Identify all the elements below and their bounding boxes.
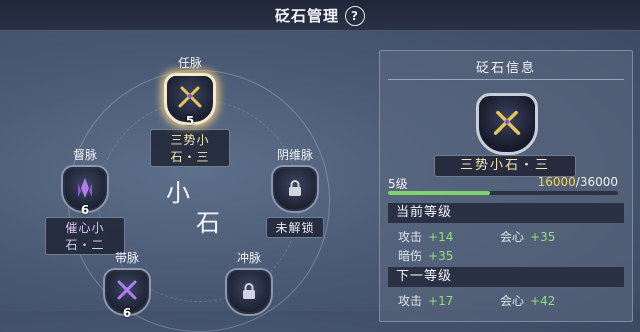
next-level-heading: 下一等级: [388, 267, 624, 287]
meridian-name: 带脉: [114, 251, 139, 265]
stat-value: +42: [530, 294, 556, 308]
current-level-heading: 当前等级: [388, 203, 624, 223]
crossed-swords-icon: [178, 86, 202, 108]
stat-current-crit: 会心 +35: [500, 228, 555, 245]
meridian-node-dumai[interactable]: 督脉 6 催心小石・二: [45, 146, 125, 255]
stat-value: +35: [428, 249, 454, 263]
exp-bar: [388, 191, 618, 195]
stat-label: 会心: [500, 230, 525, 244]
stone-slot-locked[interactable]: [225, 268, 273, 316]
stone-slot[interactable]: 6: [103, 268, 151, 320]
stone-name: 三势小石・三: [434, 155, 576, 177]
stat-label: 攻击: [398, 230, 423, 244]
stat-next-attack: 攻击 +17: [398, 292, 453, 309]
meridian-node-daimai[interactable]: 带脉 6: [87, 249, 167, 320]
exp-bar-fill: [388, 191, 491, 195]
stone-tag: 未解锁: [266, 217, 324, 238]
stone-level: 6: [122, 306, 132, 320]
meridian-name: 督脉: [72, 148, 97, 162]
stat-label: 会心: [500, 294, 525, 308]
stat-current-hidden-damage: 暗伤 +35: [398, 247, 453, 264]
stone-exp: 16000/36000: [538, 175, 618, 189]
meridian-name: 阴维脉: [276, 148, 313, 162]
page-title-text: 砭石管理: [274, 7, 339, 25]
question-icon[interactable]: ?: [345, 5, 365, 26]
center-label: 小 石: [160, 178, 220, 238]
meridian-node-chongmai[interactable]: 冲脉: [209, 249, 289, 316]
panel-divider: [388, 79, 624, 80]
stat-value: +35: [530, 230, 556, 244]
stone-level-label: 5级: [388, 177, 408, 191]
exp-current: 16000: [537, 175, 576, 189]
panel-title: 砭石信息: [475, 61, 536, 76]
center-label-bottom: 石: [196, 209, 220, 237]
stat-label: 攻击: [398, 294, 423, 308]
meridian-node-yinweimai[interactable]: 阴维脉 未解锁: [255, 146, 335, 238]
stat-label: 暗伤: [398, 249, 423, 263]
meridian-name: 任脉: [177, 56, 202, 70]
stone-info-panel: 砭石信息 三势小石・三 5级 16000/36000 当前等级 攻击 +14 会心…: [379, 50, 633, 322]
center-label-top: 小: [166, 179, 190, 207]
stone-tag: 三势小石・三: [150, 129, 230, 167]
crossed-swords-icon: [493, 110, 521, 135]
stat-value: +17: [428, 294, 454, 308]
lock-icon: [289, 180, 301, 197]
stone-level: 5: [185, 114, 195, 128]
stat-next-crit: 会心 +42: [500, 292, 555, 309]
stone-level: 6: [80, 203, 90, 217]
stone-slot-locked[interactable]: [271, 165, 319, 213]
meridian-name: 冲脉: [236, 251, 261, 265]
lock-icon: [243, 283, 255, 300]
exp-total: /36000: [575, 175, 618, 189]
stat-current-attack: 攻击 +14: [398, 228, 453, 245]
stone-slot[interactable]: 6: [61, 165, 109, 217]
stone-preview: [476, 93, 538, 155]
meridian-node-renmai[interactable]: 任脉 5 三势小石・三: [150, 54, 230, 167]
page-title: 砭石管理?: [0, 5, 640, 26]
stat-value: +14: [428, 230, 454, 244]
stone-slot-selected[interactable]: 5: [164, 73, 216, 128]
purple-crystal-icon: [78, 178, 92, 199]
crossed-swords-purple-icon: [117, 280, 137, 300]
